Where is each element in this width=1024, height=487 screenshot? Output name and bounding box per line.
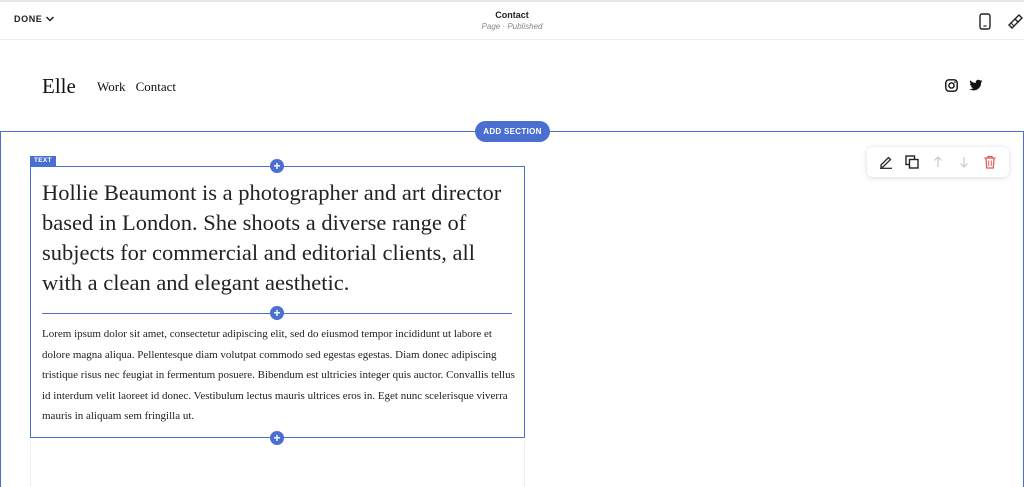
nav-item-work[interactable]: Work <box>97 79 126 95</box>
pencil-icon <box>880 156 892 169</box>
trash-icon <box>984 155 996 169</box>
delete-button[interactable] <box>982 154 998 170</box>
page-info: Contact Page · Published <box>0 10 1024 31</box>
section-outline-left <box>0 131 1 487</box>
bio-heading[interactable]: Hollie Beaumont is a photographer and ar… <box>42 178 512 298</box>
arrow-down-icon <box>960 157 968 168</box>
duplicate-icon <box>905 155 919 169</box>
site-logo[interactable]: Elle <box>42 74 76 99</box>
block-type-tag: TEXT <box>30 156 56 166</box>
editor-top-bar: DONE Contact Page · Published <box>0 0 1024 40</box>
bio-body-text[interactable]: Lorem ipsum dolor sit amet, consectetur … <box>42 324 518 427</box>
add-section-button[interactable]: ADD SECTION <box>475 121 550 142</box>
site-styles-brush-icon[interactable] <box>1006 13 1024 31</box>
section-toolbar <box>867 147 1009 177</box>
page-title: Contact <box>495 10 529 20</box>
move-down-button[interactable] <box>956 154 972 170</box>
nav-item-contact[interactable]: Contact <box>136 79 176 95</box>
empty-block-area <box>30 440 525 487</box>
add-block-top-button[interactable]: + <box>270 159 284 173</box>
twitter-icon[interactable] <box>969 79 983 92</box>
add-block-middle-button[interactable]: + <box>270 306 284 320</box>
move-up-button[interactable] <box>930 154 946 170</box>
arrow-up-icon <box>934 156 942 167</box>
instagram-icon[interactable] <box>945 79 958 92</box>
edit-button[interactable] <box>878 154 894 170</box>
page-status: Page · Published <box>481 22 543 31</box>
duplicate-button[interactable] <box>904 154 920 170</box>
site-nav: Work Contact <box>97 79 176 95</box>
mobile-preview-icon[interactable] <box>979 13 991 30</box>
